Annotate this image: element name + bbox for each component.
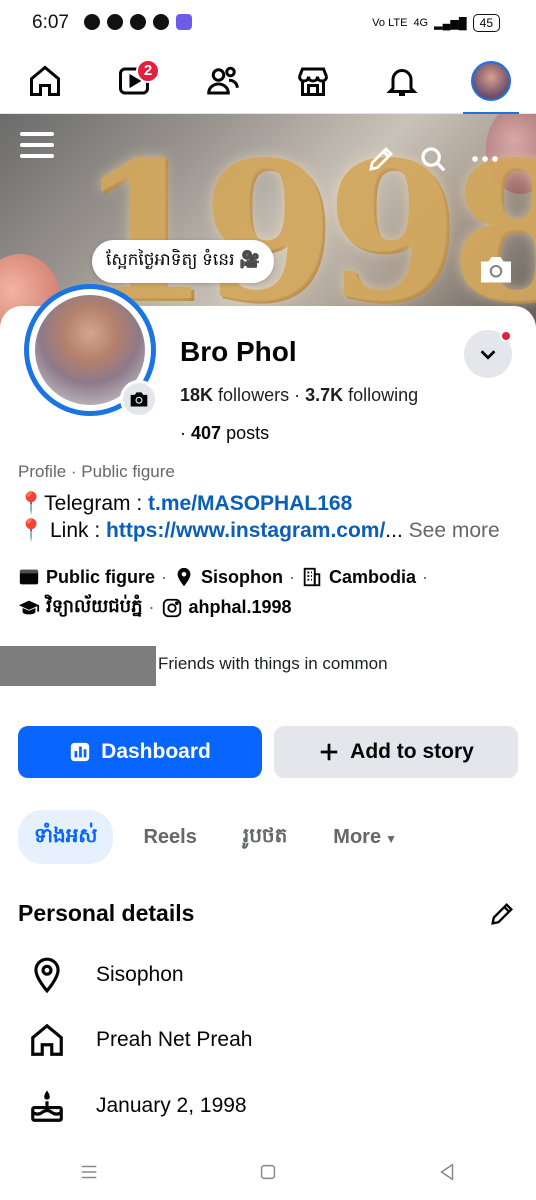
posts-count: 407	[191, 423, 222, 443]
nav-video[interactable]: 2	[104, 51, 164, 111]
personal-details-title: Personal details	[18, 900, 195, 926]
signal-icon: ▂▄▆█	[434, 17, 467, 30]
profile-dropdown-button[interactable]	[464, 330, 512, 378]
messenger-icon	[153, 14, 169, 30]
back-icon[interactable]	[436, 1161, 458, 1183]
follow-stats: 18K followers · 3.7K following	[180, 385, 418, 406]
top-navigation: 2	[0, 48, 536, 115]
posts-stats: · 407 posts	[180, 423, 270, 443]
messenger-icon	[84, 14, 100, 30]
intro-country: Cambodia	[301, 566, 416, 588]
search-icon[interactable]	[418, 144, 448, 174]
location-icon	[34, 957, 60, 994]
notification-badge: 2	[135, 58, 160, 83]
app-icon	[176, 14, 192, 30]
pencil-icon[interactable]	[488, 900, 516, 928]
see-more-link[interactable]: See more	[409, 519, 500, 542]
home-button-icon[interactable]	[257, 1161, 279, 1183]
bio-ellipsis: ...	[385, 519, 403, 542]
intro-city: Sisophon	[173, 566, 283, 588]
telegram-link[interactable]: t.me/MASOPHAL168	[148, 492, 352, 515]
profile-category: Profile · Public figure	[18, 462, 175, 481]
intro-row-2: វិទ្យាល័យជប់ភ្នំ · ahphal.1998	[18, 594, 292, 621]
recent-apps-icon[interactable]	[78, 1161, 100, 1183]
nav-home[interactable]	[15, 51, 75, 111]
friends-avatars-redacted	[0, 646, 156, 686]
more-options-icon[interactable]	[470, 144, 500, 174]
status-bar: 6:07 Vo LTE 4G ▂▄▆█ 45	[0, 0, 536, 48]
mutual-friends-row[interactable]: Friends with things in common	[0, 640, 536, 686]
menu-button[interactable]	[20, 132, 54, 165]
cover-camera-icon[interactable]	[478, 254, 514, 284]
pin-icon: 📍	[18, 519, 45, 542]
stats-separator: ·	[294, 385, 306, 405]
system-navigation-bar	[0, 1144, 536, 1200]
nav-friends[interactable]	[193, 51, 253, 111]
dashboard-icon	[70, 742, 90, 762]
friends-text: Friends with things in common	[158, 654, 388, 673]
marketplace-icon	[297, 67, 328, 96]
flag-icon	[19, 569, 39, 585]
pencil-icon[interactable]	[366, 144, 396, 174]
pin-icon: 📍	[18, 492, 45, 515]
bell-icon	[386, 68, 418, 96]
home-icon	[29, 65, 60, 96]
cover-actions	[366, 144, 500, 174]
status-time: 6:07	[32, 12, 69, 33]
chevron-down-icon	[480, 350, 496, 360]
tab-reels[interactable]: Reels	[127, 814, 212, 861]
detail-location: Sisophon	[28, 956, 184, 994]
add-to-story-button[interactable]: Add to story	[274, 726, 518, 778]
tab-photos[interactable]: រូបថត	[227, 810, 303, 864]
followers-label[interactable]: followers	[218, 385, 289, 405]
profile-tabs: ទាំងអស់ Reels រូបថត More ▼	[18, 810, 427, 864]
instagram-icon	[162, 598, 181, 617]
profile-note[interactable]: ស្អែកថ្ងៃអាទិត្យ ទំនេរ 🎥	[92, 240, 275, 283]
intro-school: វិទ្យាល័យជប់ភ្នំ	[18, 594, 143, 621]
telegram-icon	[107, 14, 123, 30]
tiktok-icon	[130, 14, 146, 30]
dashboard-button[interactable]: Dashboard	[18, 726, 262, 778]
network-label: 4G	[413, 17, 429, 29]
profile-camera-button[interactable]	[120, 380, 158, 418]
following-label[interactable]: following	[348, 385, 418, 405]
detail-hometown: Preah Net Preah	[28, 1021, 252, 1059]
following-count[interactable]: 3.7K	[305, 385, 343, 405]
nav-notifications[interactable]	[372, 51, 432, 111]
notification-dot	[500, 330, 512, 342]
friends-icon	[207, 66, 240, 94]
tab-all[interactable]: ទាំងអស់	[18, 810, 114, 864]
detail-birthday: January 2, 1998	[28, 1087, 247, 1125]
battery-icon: 45	[472, 14, 500, 32]
instagram-link[interactable]: https://www.instagram.com/	[106, 519, 385, 542]
bio-label: Telegram :	[44, 492, 149, 515]
bio-link: 📍 Link : https://www.instagram.com/... S…	[18, 519, 500, 543]
nav-marketplace[interactable]	[283, 51, 343, 111]
followers-count[interactable]: 18K	[180, 385, 213, 405]
bio-telegram: 📍Telegram : t.me/MASOPHAL168	[18, 492, 352, 516]
tab-more[interactable]: More ▼	[317, 814, 413, 861]
profile-avatar	[471, 60, 512, 101]
location-icon	[177, 567, 191, 587]
nav-profile[interactable]	[461, 51, 521, 115]
intro-instagram[interactable]: ahphal.1998	[161, 597, 292, 619]
notification-icons	[84, 14, 192, 30]
profile-name: Bro Phol	[180, 336, 297, 367]
posts-label: posts	[226, 423, 270, 443]
graduation-cap-icon	[18, 600, 40, 614]
status-indicators: Vo LTE 4G ▂▄▆█ 45	[372, 14, 500, 32]
intro-category: Public figure	[18, 566, 155, 588]
caret-down-icon: ▼	[385, 831, 397, 846]
plus-icon	[320, 743, 338, 761]
intro-row-1: Public figure · Sisophon · Cambodia ·	[18, 566, 434, 588]
camera-icon	[130, 392, 148, 407]
home-icon	[31, 1023, 63, 1056]
bio-label: Link :	[44, 519, 107, 542]
volte-icon: Vo LTE	[372, 17, 408, 29]
birthday-cake-icon	[31, 1090, 63, 1122]
building-icon	[303, 567, 321, 587]
